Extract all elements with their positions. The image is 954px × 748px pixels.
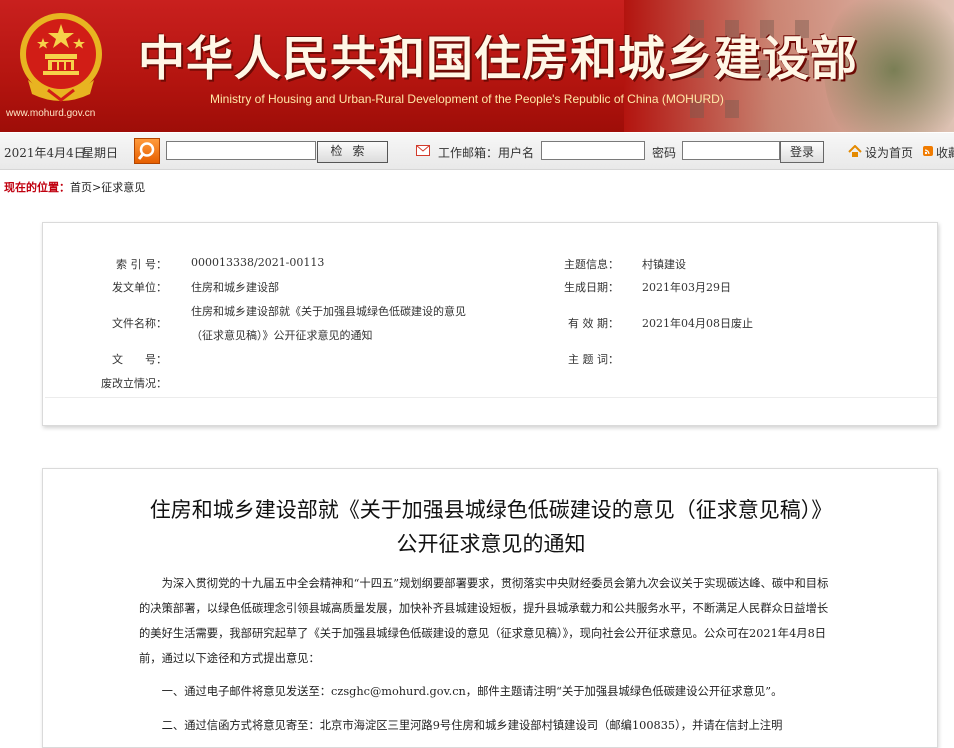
topic-info-label: 主题信息： <box>564 258 619 271</box>
index-number-value: 000013338/2021-00113 <box>191 256 325 269</box>
password-field[interactable] <box>682 141 780 160</box>
article-title-line1: 住房和城乡建设部就《关于加强县城绿色低碳建设的意见（征求意见稿）》 <box>149 498 833 522</box>
site-url: www.mohurd.gov.cn <box>6 108 96 119</box>
current-weekday: 星期日 <box>82 146 119 160</box>
article-title-line2: 公开征求意见的通知 <box>396 532 586 556</box>
document-info-panel: 索 引 号： 000013338/2021-00113 发文单位： 住房和城乡建… <box>42 222 938 426</box>
article-body: 住房和城乡建设部就《关于加强县城绿色低碳建设的意见（征求意见稿）》 公开征求意见… <box>42 468 938 748</box>
national-emblem-icon <box>20 13 102 102</box>
favorite-link[interactable]: 收藏 <box>936 144 954 161</box>
login-button[interactable]: 登录 <box>780 141 824 163</box>
top-toolbar: 2021年4月4日 星期日 检索 工作邮箱：用户名 密码 登录 设为首页 收藏 <box>0 133 954 170</box>
breadcrumb-separator: > <box>92 181 102 194</box>
site-title: 中华人民共和国住房和城乡建设部 <box>138 32 858 87</box>
password-label: 密码 <box>652 146 677 160</box>
set-homepage-link[interactable]: 设为首页 <box>865 144 913 161</box>
home-icon <box>848 145 862 157</box>
created-date-value: 2021年03月29日 <box>642 281 731 294</box>
topic-info-value: 村镇建设 <box>642 258 686 271</box>
created-date-label: 生成日期： <box>564 281 619 294</box>
issuer-value: 住房和城乡建设部 <box>191 281 279 294</box>
article-paragraph: 为深入贯彻党的十九届五中全会精神和“十四五”规划纲要部署要求，贯彻落实中央财经委… <box>139 577 829 665</box>
site-banner: 中华人民共和国住房和城乡建设部 Ministry of Housing and … <box>0 0 954 132</box>
document-name-label: 文件名称： <box>112 317 167 330</box>
revision-status-label: 废改立情况： <box>101 377 167 390</box>
breadcrumb-current-link[interactable]: 征求意见 <box>101 181 145 194</box>
breadcrumb-home-link[interactable]: 首页 <box>70 181 92 194</box>
article-paragraph: 一、通过电子邮件将意见发送至：czsghc@mohurd.gov.cn，邮件主题… <box>161 685 783 698</box>
issuer-label: 发文单位： <box>112 281 167 294</box>
document-name-line1: 住房和城乡建设部就《关于加强县城绿色低碳建设的意见 <box>191 305 466 318</box>
document-name-line2: （征求意见稿）》公开征求意见的通知 <box>191 329 373 342</box>
validity-label: 有 效 期： <box>568 317 619 330</box>
panel-divider <box>45 397 937 398</box>
site-subtitle: Ministry of Housing and Urban-Rural Deve… <box>210 92 724 106</box>
mail-icon <box>416 145 430 156</box>
breadcrumb-label: 现在的位置： <box>4 181 70 194</box>
username-field[interactable] <box>541 141 645 160</box>
document-number-label: 文 号： <box>112 353 167 366</box>
article-title: 住房和城乡建设部就《关于加强县城绿色低碳建设的意见（征求意见稿）》 公开征求意见… <box>43 493 939 561</box>
index-number-label: 索 引 号： <box>116 258 167 271</box>
rss-icon <box>923 146 933 156</box>
validity-value: 2021年04月08日废止 <box>642 317 753 330</box>
breadcrumb: 现在的位置：首页>征求意见 <box>4 179 145 195</box>
mail-username-label: 工作邮箱：用户名 <box>438 146 535 160</box>
search-input[interactable] <box>166 141 316 160</box>
subject-words-label: 主 题 词： <box>568 353 619 366</box>
search-button[interactable]: 检索 <box>317 141 388 163</box>
search-icon[interactable] <box>134 138 160 164</box>
article-paragraph: 二、通过信函方式将意见寄至：北京市海淀区三里河路9号住房和城乡建设部村镇建设司（… <box>161 719 783 732</box>
current-date: 2021年4月4日 <box>4 146 86 160</box>
